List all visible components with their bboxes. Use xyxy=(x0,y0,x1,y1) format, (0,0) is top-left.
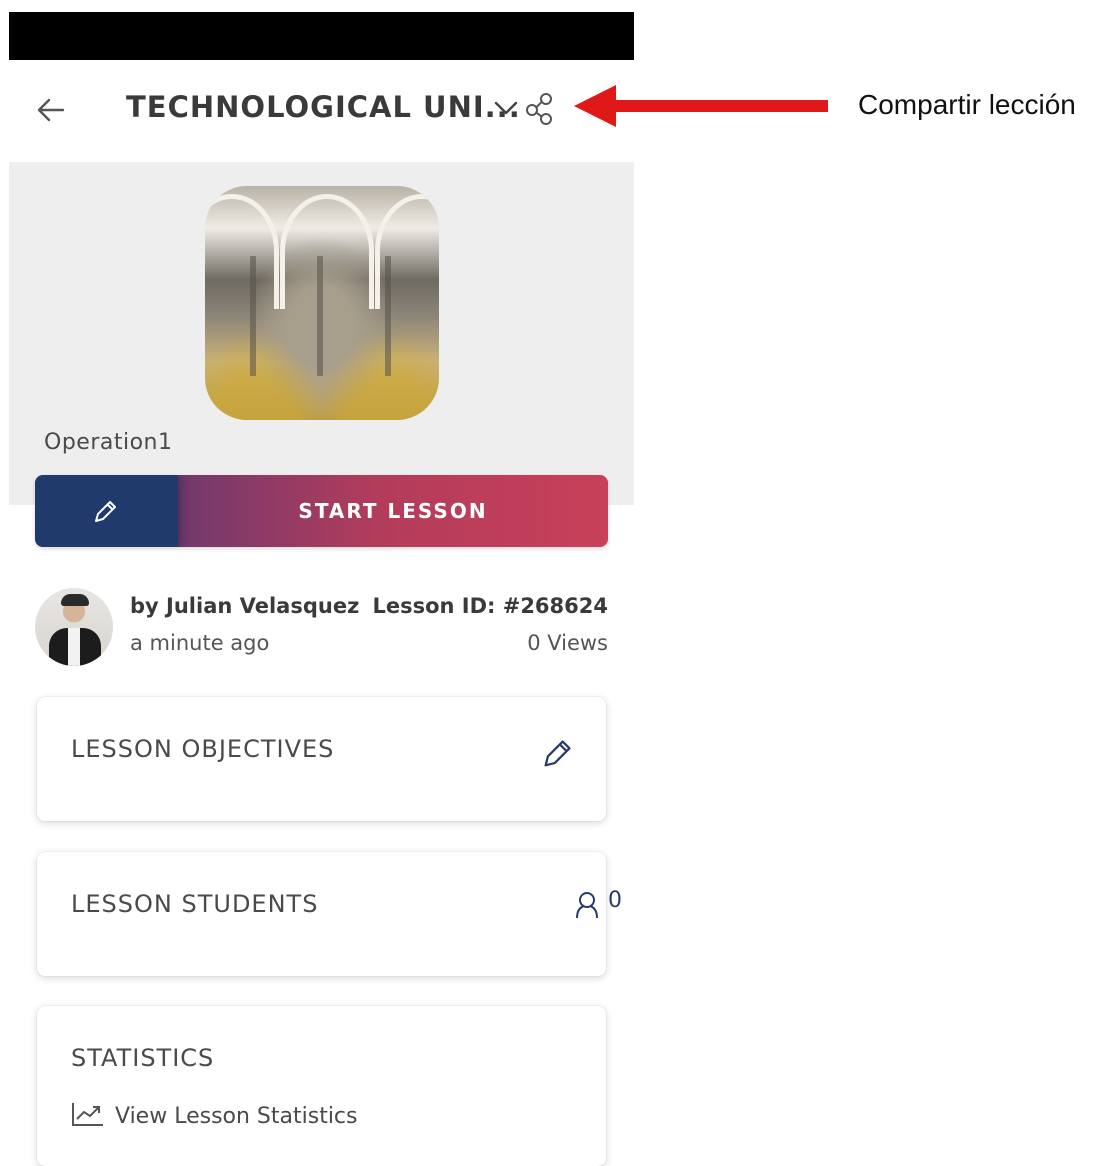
user-icon xyxy=(576,892,598,919)
chevron-down-icon[interactable] xyxy=(493,98,519,118)
start-lesson-button[interactable]: START LESSON xyxy=(178,499,608,523)
lesson-hero: Operation1 xyxy=(9,162,634,505)
status-bar-redacted xyxy=(9,12,634,60)
author-name: by Julian Velasquez xyxy=(130,594,360,618)
lesson-id: Lesson ID: #268624 xyxy=(372,594,608,618)
view-statistics-link[interactable]: View Lesson Statistics xyxy=(71,1101,358,1129)
start-lesson-bar: START LESSON xyxy=(35,475,608,547)
lesson-objectives-card[interactable]: LESSON OBJECTIVES xyxy=(37,697,606,821)
annotation-label: Compartir lección xyxy=(858,89,1076,120)
view-count: 0 Views xyxy=(527,631,608,655)
lesson-students-card[interactable]: LESSON STUDENTS 0 xyxy=(37,852,622,976)
operation-name: Operation1 xyxy=(44,430,173,455)
trending-up-icon xyxy=(72,1103,103,1126)
author-info: by Julian Velasquez a minute ago Lesson … xyxy=(35,588,608,668)
card-title: LESSON STUDENTS xyxy=(71,890,319,918)
pencil-icon[interactable] xyxy=(540,737,574,771)
arrow-left-icon[interactable] xyxy=(35,94,67,126)
lesson-title[interactable]: TECHNOLOGICAL UNI... xyxy=(126,90,521,124)
app-header: TECHNOLOGICAL UNI... xyxy=(9,62,634,162)
created-time: a minute ago xyxy=(130,631,270,655)
card-title: STATISTICS xyxy=(71,1044,215,1072)
edit-lesson-button[interactable] xyxy=(35,475,178,547)
share-icon[interactable] xyxy=(524,92,556,126)
statistics-card: STATISTICS View Lesson Statistics xyxy=(37,1006,606,1166)
view-statistics-label: View Lesson Statistics xyxy=(115,1104,358,1129)
avatar xyxy=(35,588,113,666)
card-title: LESSON OBJECTIVES xyxy=(71,735,335,763)
pencil-icon xyxy=(95,501,116,522)
students-count: 0 xyxy=(608,888,622,913)
annotation-arrow xyxy=(574,85,828,127)
panorama-thumbnail[interactable] xyxy=(205,186,439,420)
